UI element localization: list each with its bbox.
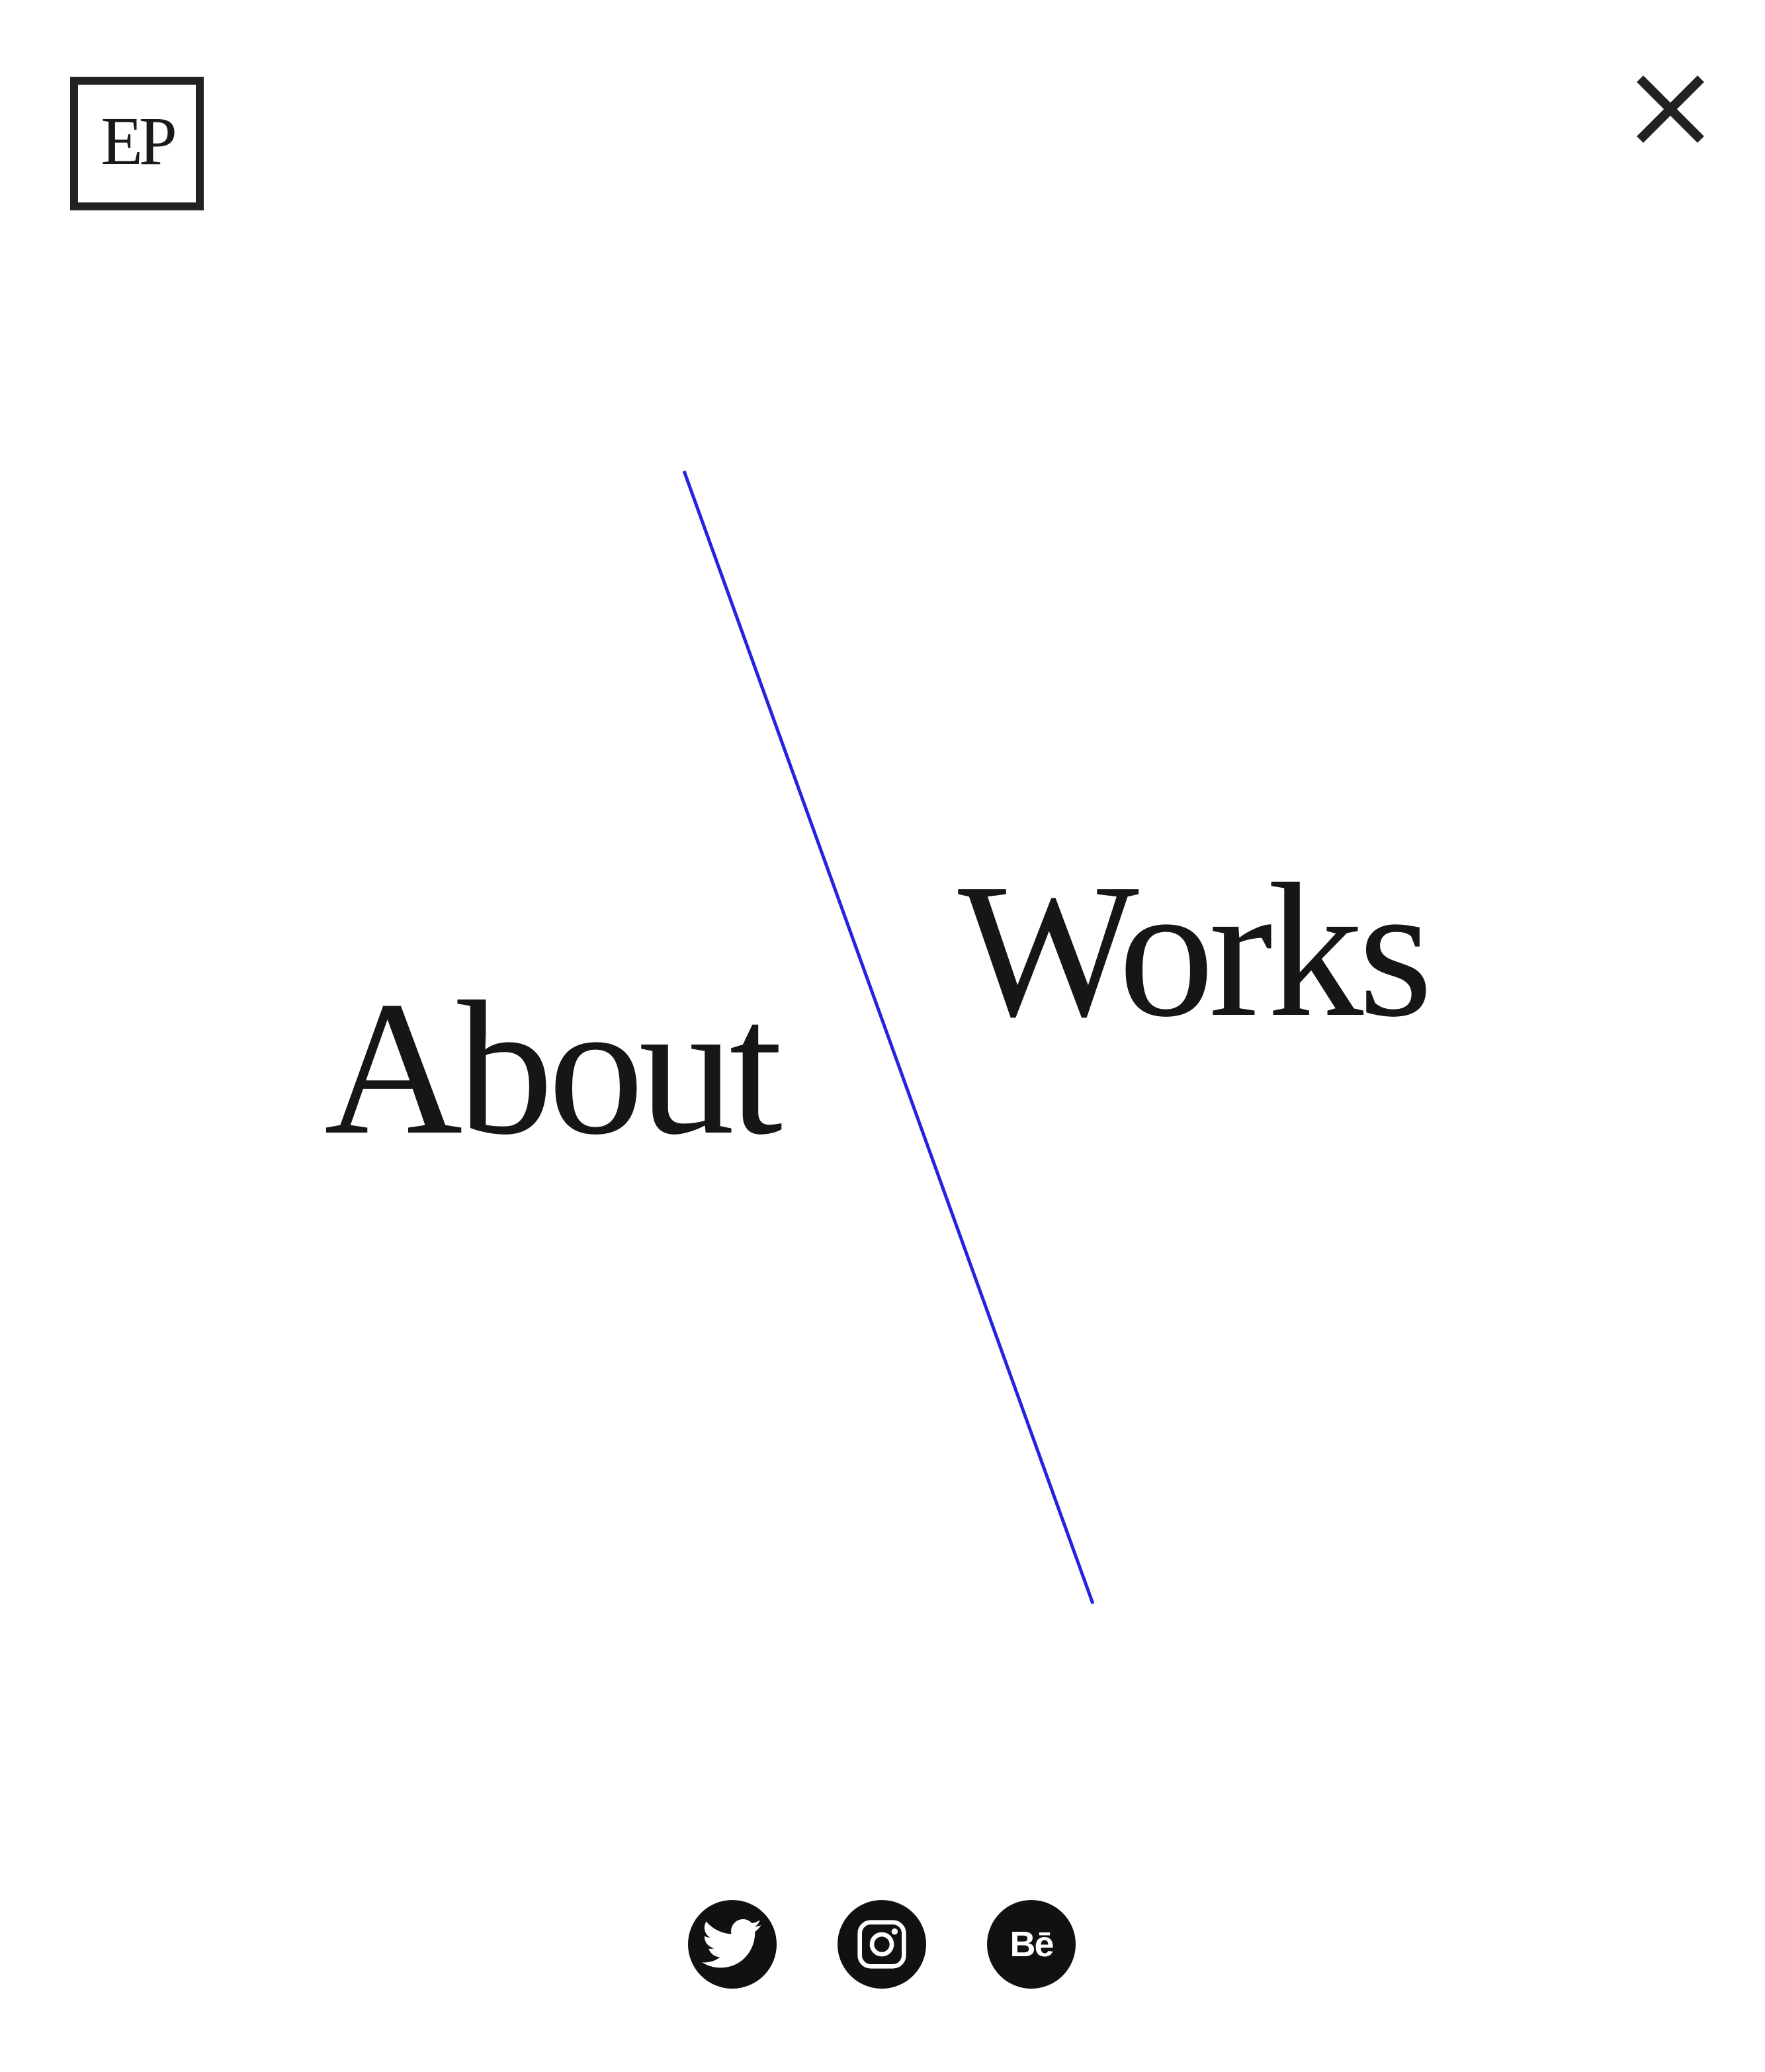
close-icon — [1637, 75, 1704, 143]
behance-button[interactable]: Bē — [987, 1900, 1076, 1989]
close-menu-button[interactable] — [1634, 73, 1707, 146]
instagram-button[interactable] — [838, 1900, 926, 1989]
logo-text: EP — [101, 103, 177, 179]
site-logo[interactable]: EP — [70, 77, 204, 210]
twitter-button[interactable] — [688, 1900, 777, 1989]
twitter-bird-icon — [702, 1919, 762, 1968]
nav-works-link[interactable]: Works — [958, 855, 1433, 1047]
instagram-camera-icon — [857, 1920, 906, 1969]
social-links: Bē — [688, 1900, 1076, 1989]
diagonal-divider-line — [682, 470, 1095, 1604]
behance-icon: Bē — [1010, 1924, 1054, 1964]
nav-about-link[interactable]: About — [324, 972, 783, 1164]
